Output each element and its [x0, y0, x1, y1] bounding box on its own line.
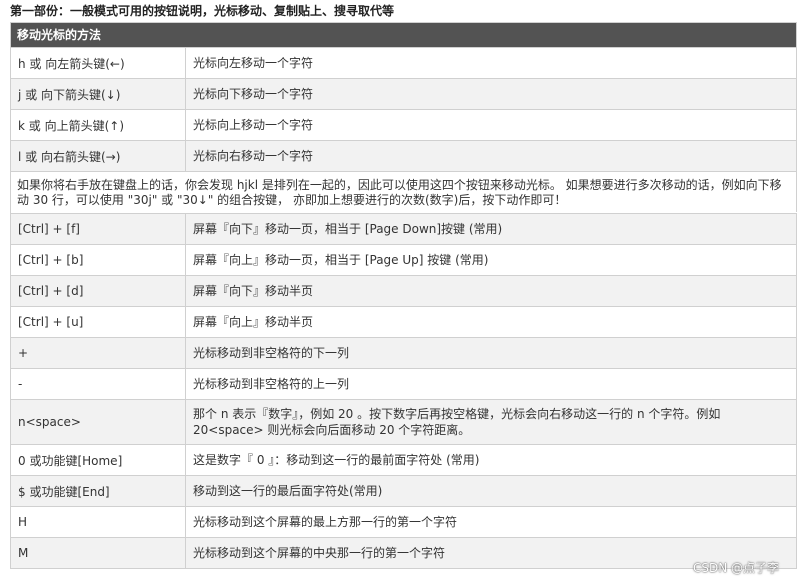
key-cell: H — [11, 507, 186, 537]
desc-cell: 光标向上移动一个字符 — [186, 110, 797, 140]
key-cell: 0 或功能键[Home] — [11, 445, 186, 475]
table-row: - 光标移动到非空格符的上一列 — [11, 369, 797, 400]
desc-cell: 这是数字『 0 』：移动到这一行的最前面字符处 (常用) — [186, 445, 797, 475]
table-row: $ 或功能键[End] 移动到这一行的最后面字符处(常用) — [11, 476, 797, 507]
table-row: k 或 向上箭头键(↑) 光标向上移动一个字符 — [11, 110, 797, 141]
key-cell: j 或 向下箭头键(↓) — [11, 79, 186, 109]
desc-cell: 光标向左移动一个字符 — [186, 48, 797, 78]
key-cell: [Ctrl] + [b] — [11, 245, 186, 275]
desc-cell: 屏幕『向上』移动半页 — [186, 307, 797, 337]
desc-cell: 屏幕『向上』移动一页，相当于 [Page Up] 按键 (常用) — [186, 245, 797, 275]
hjkl-note: 如果你将右手放在键盘上的话，你会发现 hjkl 是排列在一起的，因此可以使用这四… — [11, 172, 797, 212]
table-row: l 或 向右箭头键(→) 光标向右移动一个字符 — [11, 141, 797, 172]
desc-cell: 屏幕『向下』移动一页，相当于 [Page Down]按键 (常用) — [186, 214, 797, 244]
csdn-watermark: CSDN @点子李 — [692, 561, 779, 575]
desc-cell: 光标移动到这个屏幕的最上方那一行的第一个字符 — [186, 507, 797, 537]
table-row: [Ctrl] + [b] 屏幕『向上』移动一页，相当于 [Page Up] 按键… — [11, 245, 797, 276]
key-cell: M — [11, 538, 186, 568]
table-note-row: 如果你将右手放在键盘上的话，你会发现 hjkl 是排列在一起的，因此可以使用这四… — [11, 172, 797, 214]
cursor-movement-table: 移动光标的方法 h 或 向左箭头键(←) 光标向左移动一个字符 j 或 向下箭头… — [10, 22, 797, 569]
key-cell: k 或 向上箭头键(↑) — [11, 110, 186, 140]
table-row: j 或 向下箭头键(↓) 光标向下移动一个字符 — [11, 79, 797, 110]
desc-cell: 光标移动到非空格符的上一列 — [186, 369, 797, 399]
table-row: 0 或功能键[Home] 这是数字『 0 』：移动到这一行的最前面字符处 (常用… — [11, 445, 797, 476]
key-cell: h 或 向左箭头键(←) — [11, 48, 186, 78]
table-header: 移动光标的方法 — [11, 23, 797, 48]
desc-cell: 光标向右移动一个字符 — [186, 141, 797, 171]
key-cell: + — [11, 338, 186, 368]
key-cell: [Ctrl] + [d] — [11, 276, 186, 306]
table-row: + 光标移动到非空格符的下一列 — [11, 338, 797, 369]
desc-cell: 光标移动到非空格符的下一列 — [186, 338, 797, 368]
table-row: M 光标移动到这个屏幕的中央那一行的第一个字符 — [11, 538, 797, 569]
table-row: n<space> 那个 n 表示『数字』，例如 20 。按下数字后再按空格键，光… — [11, 400, 797, 445]
key-cell: [Ctrl] + [f] — [11, 214, 186, 244]
desc-cell: 屏幕『向下』移动半页 — [186, 276, 797, 306]
key-cell: - — [11, 369, 186, 399]
section-heading: 第一部份：一般模式可用的按钮说明，光标移动、复制贴上、搜寻取代等 — [10, 4, 395, 18]
key-cell: l 或 向右箭头键(→) — [11, 141, 186, 171]
table-row: H 光标移动到这个屏幕的最上方那一行的第一个字符 — [11, 507, 797, 538]
key-cell: [Ctrl] + [u] — [11, 307, 186, 337]
key-cell: $ 或功能键[End] — [11, 476, 186, 506]
desc-cell: 光标向下移动一个字符 — [186, 79, 797, 109]
desc-cell: 那个 n 表示『数字』，例如 20 。按下数字后再按空格键，光标会向右移动这一行… — [186, 400, 797, 444]
key-cell: n<space> — [11, 400, 186, 444]
desc-cell: 移动到这一行的最后面字符处(常用) — [186, 476, 797, 506]
table-row: [Ctrl] + [f] 屏幕『向下』移动一页，相当于 [Page Down]按… — [11, 214, 797, 245]
table-row: [Ctrl] + [u] 屏幕『向上』移动半页 — [11, 307, 797, 338]
table-row: [Ctrl] + [d] 屏幕『向下』移动半页 — [11, 276, 797, 307]
table-row: h 或 向左箭头键(←) 光标向左移动一个字符 — [11, 48, 797, 79]
